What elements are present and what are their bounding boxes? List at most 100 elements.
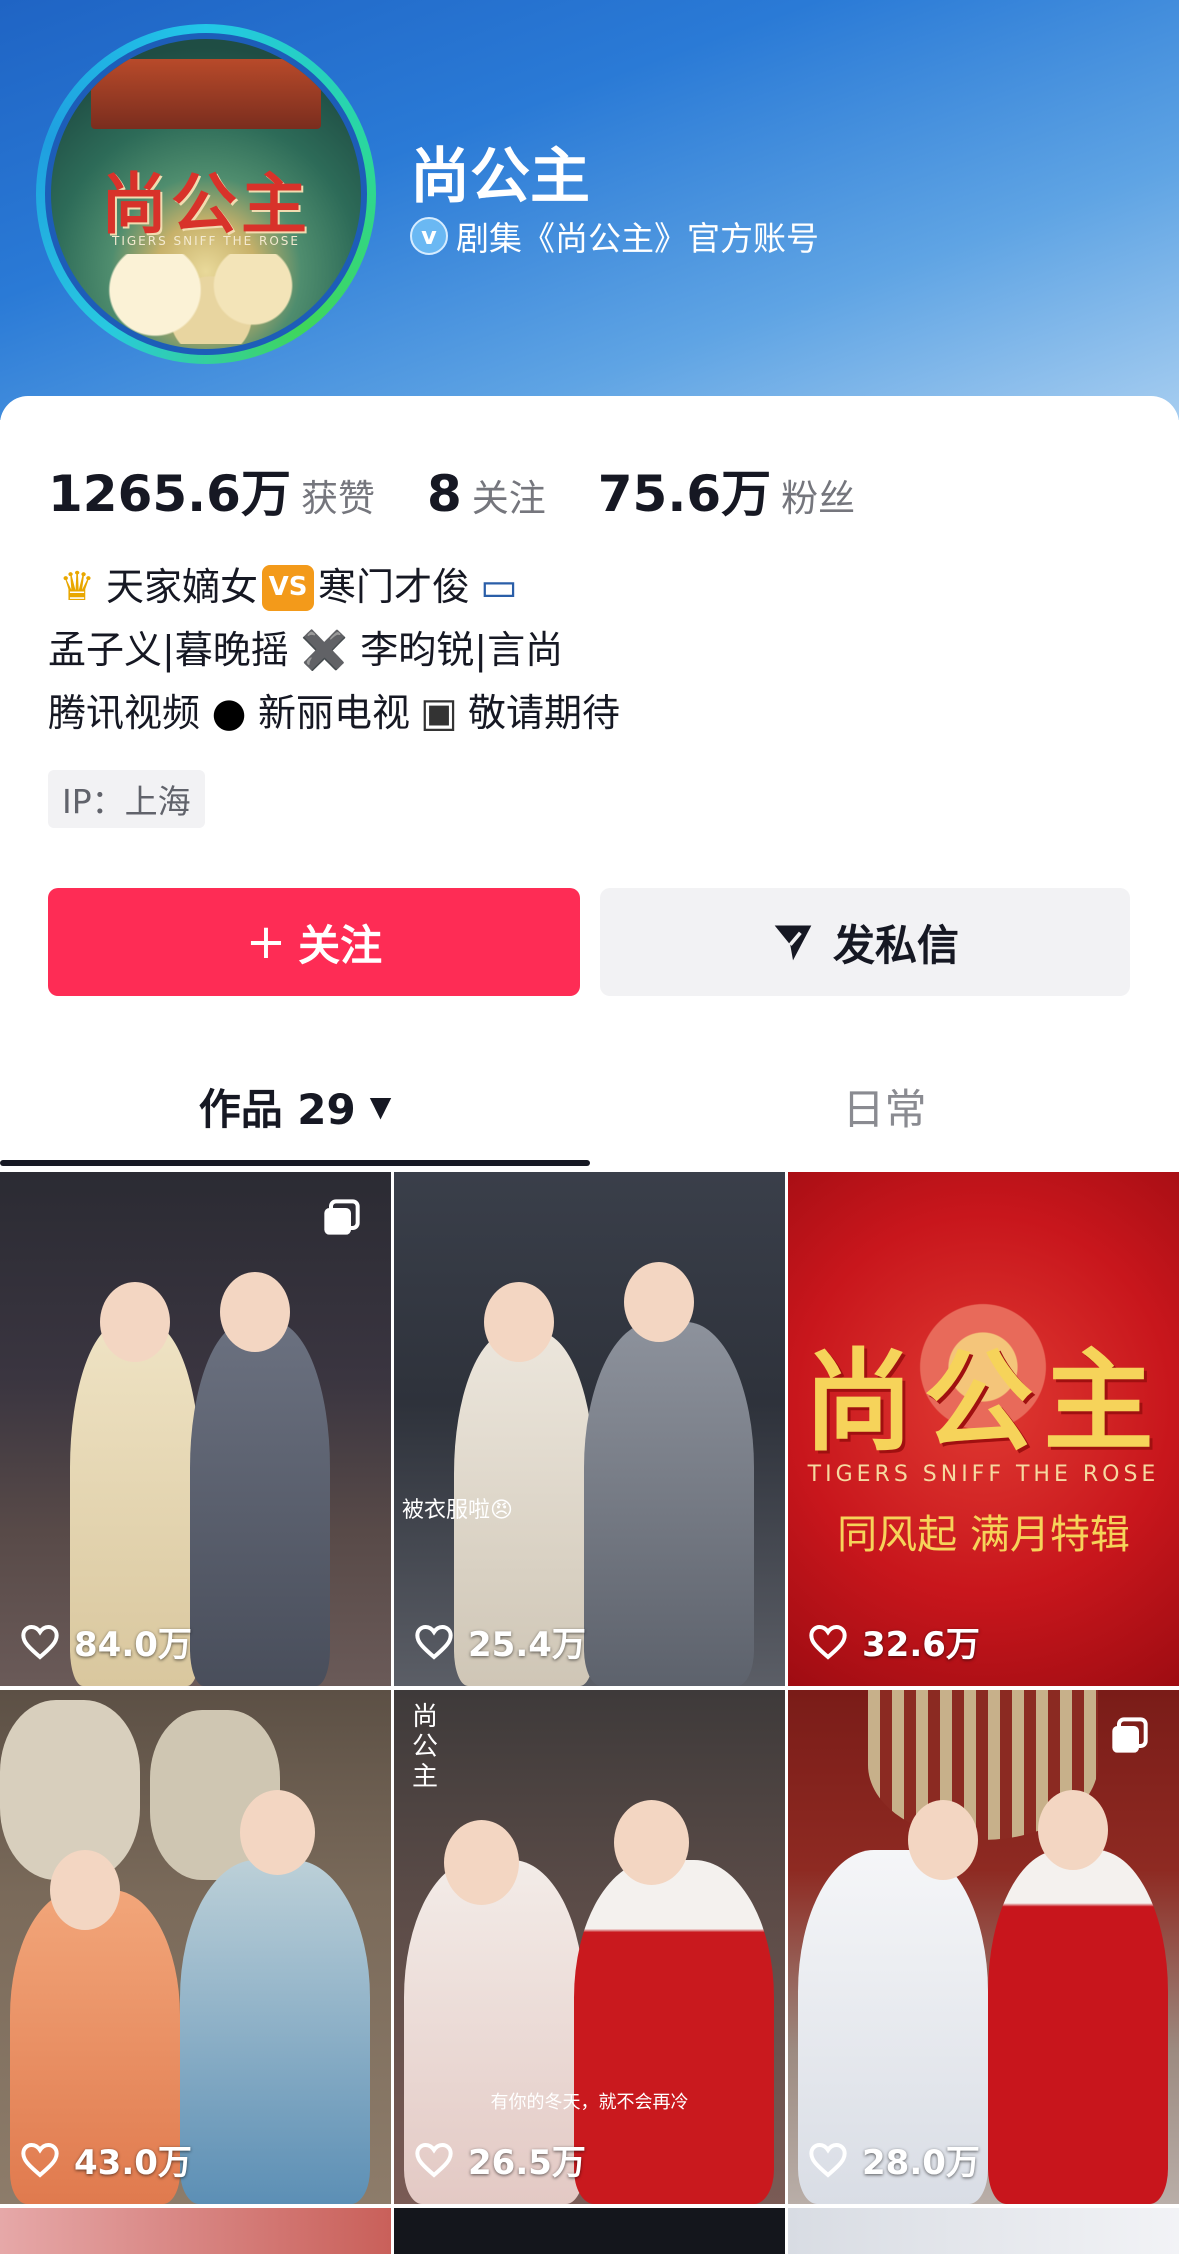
figure-head: [484, 1282, 554, 1362]
bio-text: 新丽电视: [258, 691, 411, 735]
message-button[interactable]: 发私信: [600, 888, 1130, 996]
likes-count-text: 43.0万: [74, 2143, 192, 2183]
video-thumbnail[interactable]: 43.0万: [0, 1690, 391, 2204]
video-subtitle2-text: 同风起 满月特辑: [837, 1512, 1130, 1558]
followers-count[interactable]: 75.6万: [598, 454, 771, 526]
likes-count-text: 26.5万: [468, 2143, 586, 2183]
tab-works[interactable]: 作品 29 ▼: [0, 1056, 590, 1156]
figure: [180, 1860, 370, 2204]
video-thumbnail[interactable]: 尚公主 有你的冬天，就不会再冷 26.5万: [394, 1690, 785, 2204]
profile-banner: 尚公主 TIGERS SNIFF THE ROSE 尚公主 v 剧集《尚公主》官…: [0, 0, 1179, 420]
figure-head: [1038, 1790, 1108, 1870]
tab-daily[interactable]: 日常: [590, 1056, 1179, 1156]
send-icon: [774, 925, 812, 961]
figure-head: [624, 1262, 694, 1342]
likes-count-text: 84.0万: [74, 1625, 192, 1665]
figure-head: [100, 1282, 170, 1362]
multi-image-icon: [1112, 1717, 1148, 1753]
poster-title-text: 尚公主: [412, 1702, 439, 1792]
video-likes: 28.0万: [808, 2135, 980, 2184]
figure: [584, 1322, 754, 1686]
video-scene: [0, 2208, 391, 2254]
avatar[interactable]: 尚公主 TIGERS SNIFF THE ROSE: [36, 24, 376, 364]
heart-icon: [809, 2142, 847, 2178]
likes-count: 1265.6万: [48, 465, 291, 523]
bio-line-3: 腾讯视频 ● 新丽电视 ▣ 敬请期待: [48, 682, 620, 745]
book-icon: ▭: [480, 564, 518, 610]
video-likes: 26.5万: [414, 2135, 586, 2184]
figure: [574, 1860, 774, 2204]
video-likes: 32.6万: [808, 1617, 980, 1666]
follow-button[interactable]: + 关注: [48, 888, 580, 996]
video-scene: [0, 1690, 391, 2204]
crown-icon: ♛: [59, 564, 95, 610]
likes-count-text: 25.4万: [468, 1625, 586, 1665]
video-thumbnail-partial[interactable]: [394, 2208, 785, 2254]
profile-bio: ♛ 天家嫡女 VS 寒门才俊 ▭ 孟子义|暮晚摇 ✖️ 李昀锐|言尚 腾讯视频 …: [48, 556, 620, 745]
tab-daily-label: 日常: [842, 1084, 927, 1134]
video-caption: 被衣服啦😠: [402, 1498, 513, 1523]
following-label[interactable]: 关注: [472, 468, 546, 522]
plus-icon: +: [245, 914, 287, 970]
verified-label: v 剧集《尚公主》官方账号: [410, 212, 819, 260]
vs-icon: VS: [262, 564, 315, 611]
multi-image-icon: [324, 1199, 360, 1235]
video-thumbnail-partial[interactable]: [0, 2208, 391, 2254]
following-count[interactable]: 8: [427, 465, 462, 523]
message-button-label: 发私信: [832, 920, 959, 970]
heart-icon: [21, 1624, 59, 1660]
video-thumbnail[interactable]: 28.0万: [788, 1690, 1179, 2204]
followers-label[interactable]: 粉丝: [781, 468, 855, 522]
verified-text: 剧集《尚公主》官方账号: [456, 219, 819, 258]
figure-head: [614, 1800, 689, 1885]
avatar-image: 尚公主 TIGERS SNIFF THE ROSE: [45, 33, 367, 355]
video-thumbnail[interactable]: 84.0万: [0, 1172, 391, 1686]
likes-label: 获赞: [300, 477, 375, 520]
heart-icon: [415, 2142, 453, 2178]
figure-head: [240, 1790, 315, 1875]
likes-count-text: 28.0万: [862, 2143, 980, 2183]
profile-stats: 1265.6万 获赞 8 关注 75.6万 粉丝: [48, 454, 907, 526]
avatar-logo-subtitle: TIGERS SNIFF THE ROSE: [111, 234, 300, 248]
figure: [988, 1850, 1168, 2204]
likes-count-text: 32.6万: [862, 1625, 980, 1665]
heart-icon: [21, 2142, 59, 2178]
tv-icon: ▣: [420, 690, 458, 736]
video-thumbnail[interactable]: 被衣服啦😠 25.4万: [394, 1172, 785, 1686]
heart-icon: [809, 1624, 847, 1660]
figure-head: [220, 1272, 290, 1352]
bio-text: 腾讯视频: [48, 691, 201, 735]
tab-active-indicator: [0, 1160, 590, 1166]
avatar-cloud-decoration: [71, 254, 351, 344]
caret-down-icon[interactable]: ▼: [370, 1090, 392, 1123]
avatar-roof-decoration: [91, 59, 321, 129]
tab-works-label: 作品 29: [198, 1084, 356, 1134]
video-likes: 84.0万: [20, 1617, 192, 1666]
video-scene: [394, 2208, 785, 2254]
video-thumbnail-partial[interactable]: [788, 2208, 1179, 2254]
avatar-logo-text: 尚公主: [101, 165, 311, 243]
bio-text: 敬请期待: [468, 691, 621, 735]
video-title-text: 尚公主: [803, 1337, 1164, 1466]
heart-icon: [415, 1624, 453, 1660]
bio-line-1: ♛ 天家嫡女 VS 寒门才俊 ▭: [48, 556, 620, 619]
video-scene: [0, 1172, 391, 1686]
video-scene: [788, 2208, 1179, 2254]
poster-caption-text: 有你的冬天，就不会再冷: [490, 2092, 689, 2113]
video-scene: [788, 1690, 1179, 2204]
verified-icon: v: [410, 217, 448, 255]
video-likes: 25.4万: [414, 1617, 586, 1666]
profile-name: 尚公主: [410, 142, 590, 212]
video-scene: 被衣服啦😠: [394, 1172, 785, 1686]
bio-text: 寒门才俊: [318, 565, 471, 609]
figure-head: [50, 1850, 120, 1930]
bio-text: 天家嫡女: [106, 565, 259, 609]
penguin-icon: ●: [211, 690, 247, 736]
video-subtitle-text: TIGERS SNIFF THE ROSE: [807, 1462, 1160, 1487]
bio-line-2: 孟子义|暮晚摇 ✖️ 李昀锐|言尚: [48, 628, 564, 672]
video-thumbnail[interactable]: 尚公主 TIGERS SNIFF THE ROSE 同风起 满月特辑 32.6万: [788, 1172, 1179, 1686]
figure: [190, 1322, 330, 1686]
video-likes: 43.0万: [20, 2135, 192, 2184]
follow-button-label: 关注: [298, 920, 383, 970]
figure-head: [444, 1820, 519, 1905]
